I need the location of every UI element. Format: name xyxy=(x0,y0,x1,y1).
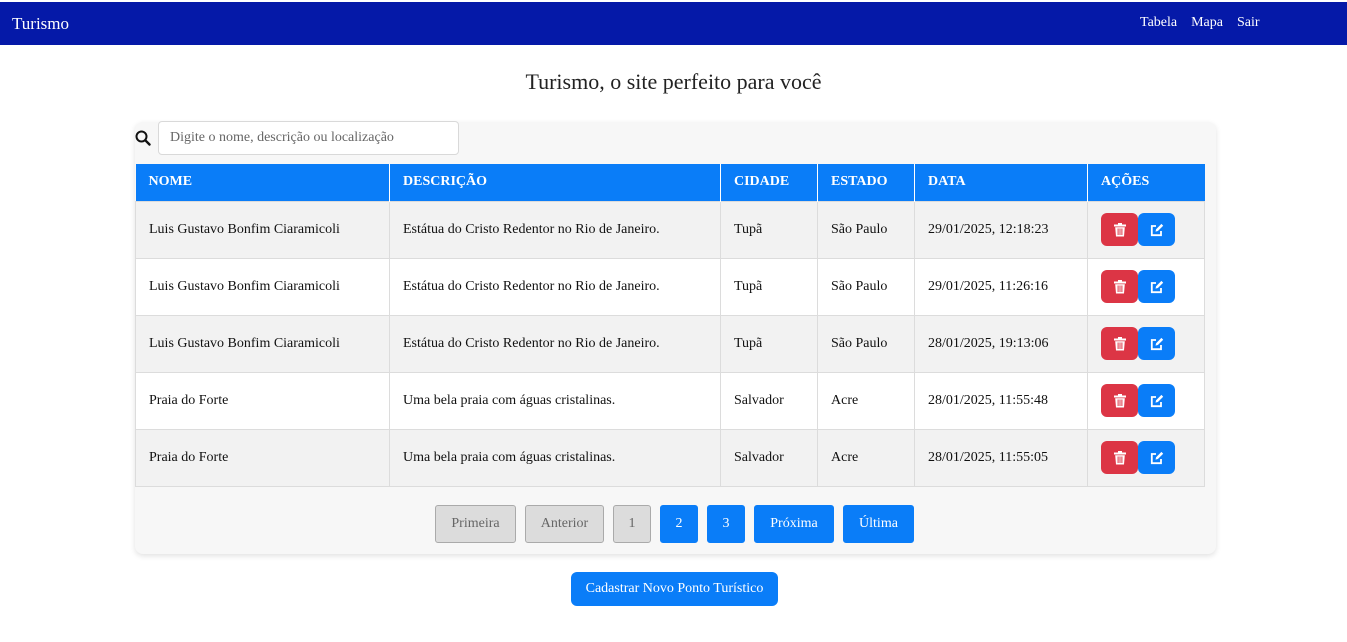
cell-nome: Luis Gustavo Bonfim Ciaramicoli xyxy=(135,200,390,259)
cell-descricao: Estátua do Cristo Redentor no Rio de Jan… xyxy=(389,257,721,316)
pagination-prev-button[interactable]: Anterior xyxy=(525,505,604,543)
cell-acoes xyxy=(1087,314,1205,373)
edit-button[interactable] xyxy=(1138,327,1175,360)
edit-icon xyxy=(1150,280,1163,293)
edit-button[interactable] xyxy=(1138,270,1175,303)
delete-button[interactable] xyxy=(1101,270,1138,303)
search-icon xyxy=(135,130,151,146)
header-nome[interactable]: NOME xyxy=(135,164,390,201)
delete-button[interactable] xyxy=(1101,213,1138,246)
cell-acoes xyxy=(1087,371,1205,430)
pagination-page-3[interactable]: 3 xyxy=(707,505,745,543)
search-input[interactable] xyxy=(158,121,459,155)
cell-estado: Acre xyxy=(817,371,915,430)
trash-icon xyxy=(1113,336,1126,350)
cell-descricao: Estátua do Cristo Redentor no Rio de Jan… xyxy=(389,314,721,373)
table-header-row: NOME DESCRIÇÃO CIDADE ESTADO DATA AÇÕES xyxy=(135,164,1205,201)
cell-data: 28/01/2025, 19:13:06 xyxy=(914,314,1088,373)
brand-logo[interactable]: Turismo xyxy=(12,14,69,34)
cell-data: 29/01/2025, 11:26:16 xyxy=(914,257,1088,316)
cell-nome: Praia do Forte xyxy=(135,371,390,430)
delete-button[interactable] xyxy=(1101,327,1138,360)
cell-data: 28/01/2025, 11:55:05 xyxy=(914,428,1088,487)
cell-descricao: Uma bela praia com águas cristalinas. xyxy=(389,428,721,487)
top-navbar: Turismo Tabela Mapa Sair xyxy=(0,2,1347,45)
cell-data: 29/01/2025, 12:18:23 xyxy=(914,200,1088,259)
pagination: Primeira Anterior 1 2 3 Próxima Última xyxy=(435,505,914,543)
cell-estado: São Paulo xyxy=(817,200,915,259)
tourism-table: NOME DESCRIÇÃO CIDADE ESTADO DATA AÇÕES … xyxy=(135,164,1205,487)
nav-links: Tabela Mapa Sair xyxy=(1140,15,1260,31)
edit-icon xyxy=(1150,451,1163,464)
edit-icon xyxy=(1150,337,1163,350)
pagination-last-button[interactable]: Última xyxy=(843,505,914,543)
header-data[interactable]: DATA xyxy=(914,164,1088,201)
cell-acoes xyxy=(1087,200,1205,259)
cell-nome: Praia do Forte xyxy=(135,428,390,487)
edit-button[interactable] xyxy=(1138,441,1175,474)
header-descricao[interactable]: DESCRIÇÃO xyxy=(389,164,721,201)
trash-icon xyxy=(1113,450,1126,464)
table-row: Luis Gustavo Bonfim Ciaramicoli Estátua … xyxy=(135,200,1205,259)
cell-estado: São Paulo xyxy=(817,314,915,373)
cell-acoes xyxy=(1087,257,1205,316)
trash-icon xyxy=(1113,393,1126,407)
pagination-next-button[interactable]: Próxima xyxy=(754,505,834,543)
nav-link-mapa[interactable]: Mapa xyxy=(1191,15,1223,31)
cell-cidade: Tupã xyxy=(720,314,818,373)
edit-button[interactable] xyxy=(1138,213,1175,246)
cell-cidade: Salvador xyxy=(720,371,818,430)
table-row: Luis Gustavo Bonfim Ciaramicoli Estátua … xyxy=(135,314,1205,373)
header-cidade[interactable]: CIDADE xyxy=(720,164,818,201)
trash-icon xyxy=(1113,222,1126,236)
cell-cidade: Tupã xyxy=(720,200,818,259)
nav-link-tabela[interactable]: Tabela xyxy=(1140,15,1177,31)
cell-nome: Luis Gustavo Bonfim Ciaramicoli xyxy=(135,257,390,316)
cell-data: 28/01/2025, 11:55:48 xyxy=(914,371,1088,430)
trash-icon xyxy=(1113,279,1126,293)
cell-nome: Luis Gustavo Bonfim Ciaramicoli xyxy=(135,314,390,373)
table-row: Luis Gustavo Bonfim Ciaramicoli Estátua … xyxy=(135,257,1205,316)
delete-button[interactable] xyxy=(1101,441,1138,474)
table-row: Praia do Forte Uma bela praia com águas … xyxy=(135,428,1205,487)
cell-estado: Acre xyxy=(817,428,915,487)
edit-button[interactable] xyxy=(1138,384,1175,417)
cell-estado: São Paulo xyxy=(817,257,915,316)
header-estado[interactable]: ESTADO xyxy=(817,164,915,201)
cell-descricao: Uma bela praia com águas cristalinas. xyxy=(389,371,721,430)
header-acoes: AÇÕES xyxy=(1087,164,1205,201)
page-title: Turismo, o site perfeito para você xyxy=(525,69,822,94)
pagination-page-2[interactable]: 2 xyxy=(660,505,698,543)
edit-icon xyxy=(1150,394,1163,407)
pagination-first-button[interactable]: Primeira xyxy=(435,505,516,543)
edit-icon xyxy=(1150,223,1163,236)
table-row: Praia do Forte Uma bela praia com águas … xyxy=(135,371,1205,430)
cell-descricao: Estátua do Cristo Redentor no Rio de Jan… xyxy=(389,200,721,259)
delete-button[interactable] xyxy=(1101,384,1138,417)
nav-link-sair[interactable]: Sair xyxy=(1237,15,1260,31)
cell-cidade: Tupã xyxy=(720,257,818,316)
cell-acoes xyxy=(1087,428,1205,487)
pagination-page-1[interactable]: 1 xyxy=(613,505,651,543)
register-new-point-button[interactable]: Cadastrar Novo Ponto Turístico xyxy=(571,572,778,606)
cell-cidade: Salvador xyxy=(720,428,818,487)
